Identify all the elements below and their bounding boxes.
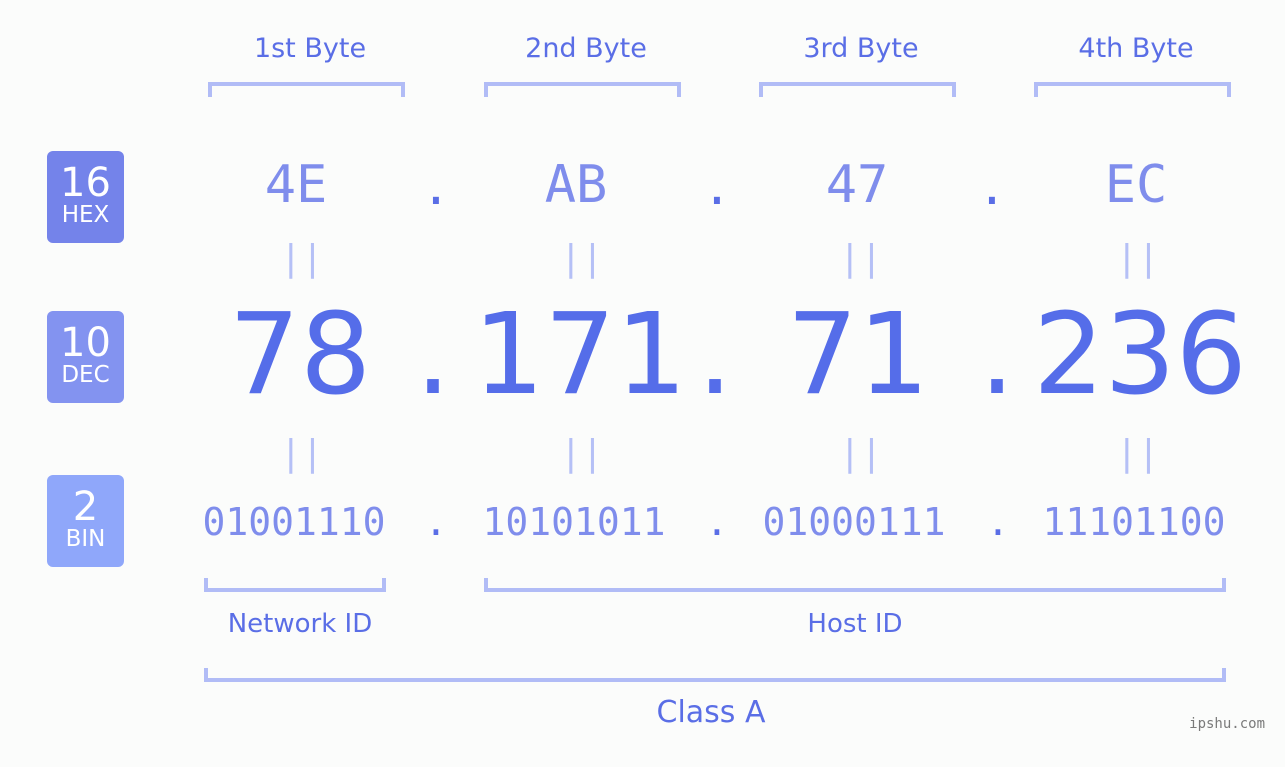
dec-badge: 10 DEC <box>47 311 124 403</box>
bin-separator-2: . <box>705 500 729 544</box>
bin-base-label: BIN <box>65 526 106 552</box>
hex-byte-4: EC <box>1104 155 1168 215</box>
bin-byte-2: 10101011 <box>482 500 666 544</box>
bin-byte-1: 01001110 <box>202 500 386 544</box>
hex-byte-3: 47 <box>825 155 889 215</box>
hex-byte-1: 4E <box>264 155 328 215</box>
byte-bracket-4 <box>1034 82 1231 97</box>
dec-base-number: 10 <box>60 320 111 366</box>
network-id-label: Network ID <box>227 609 373 639</box>
hex-byte-2: AB <box>544 155 608 215</box>
equals-sign: || <box>1116 238 1160 279</box>
dec-separator-1: . <box>415 290 451 420</box>
bin-separator-1: . <box>424 500 448 544</box>
byte-bracket-2 <box>484 82 681 97</box>
dec-separator-2: . <box>697 290 733 420</box>
byte-bracket-1 <box>208 82 405 97</box>
host-id-bracket <box>484 578 1226 592</box>
network-id-bracket <box>204 578 386 592</box>
equals-sign: || <box>280 433 324 474</box>
dec-byte-1: 78 <box>228 290 372 420</box>
class-label: Class A <box>656 695 766 730</box>
byte-header-3: 3rd Byte <box>803 33 919 64</box>
equals-sign: || <box>1116 433 1160 474</box>
equals-sign: || <box>280 238 324 279</box>
equals-sign: || <box>839 238 883 279</box>
bin-byte-4: 11101100 <box>1042 500 1226 544</box>
dec-byte-2: 171 <box>473 290 687 420</box>
equals-sign: || <box>560 433 604 474</box>
hex-separator-3: . <box>977 160 1007 216</box>
byte-bracket-3 <box>759 82 956 97</box>
equals-sign: || <box>560 238 604 279</box>
byte-header-4: 4th Byte <box>1078 33 1194 64</box>
class-bracket <box>204 668 1226 682</box>
bin-base-number: 2 <box>72 484 99 530</box>
byte-header-1: 1st Byte <box>253 33 367 64</box>
hex-base-number: 16 <box>60 160 111 206</box>
byte-header-2: 2nd Byte <box>525 33 647 64</box>
bin-separator-3: . <box>986 500 1010 544</box>
dec-separator-3: . <box>979 290 1015 420</box>
dec-base-label: DEC <box>61 362 110 388</box>
dec-byte-4: 236 <box>1033 290 1247 420</box>
hex-badge: 16 HEX <box>47 151 124 243</box>
hex-separator-1: . <box>421 160 451 216</box>
host-id-label: Host ID <box>807 609 903 639</box>
bin-byte-3: 01000111 <box>762 500 946 544</box>
dec-byte-3: 71 <box>786 290 930 420</box>
hex-separator-2: . <box>702 160 732 216</box>
bin-badge: 2 BIN <box>47 475 124 567</box>
watermark: ipshu.com <box>1189 716 1265 732</box>
equals-sign: || <box>839 433 883 474</box>
hex-base-label: HEX <box>61 202 110 228</box>
